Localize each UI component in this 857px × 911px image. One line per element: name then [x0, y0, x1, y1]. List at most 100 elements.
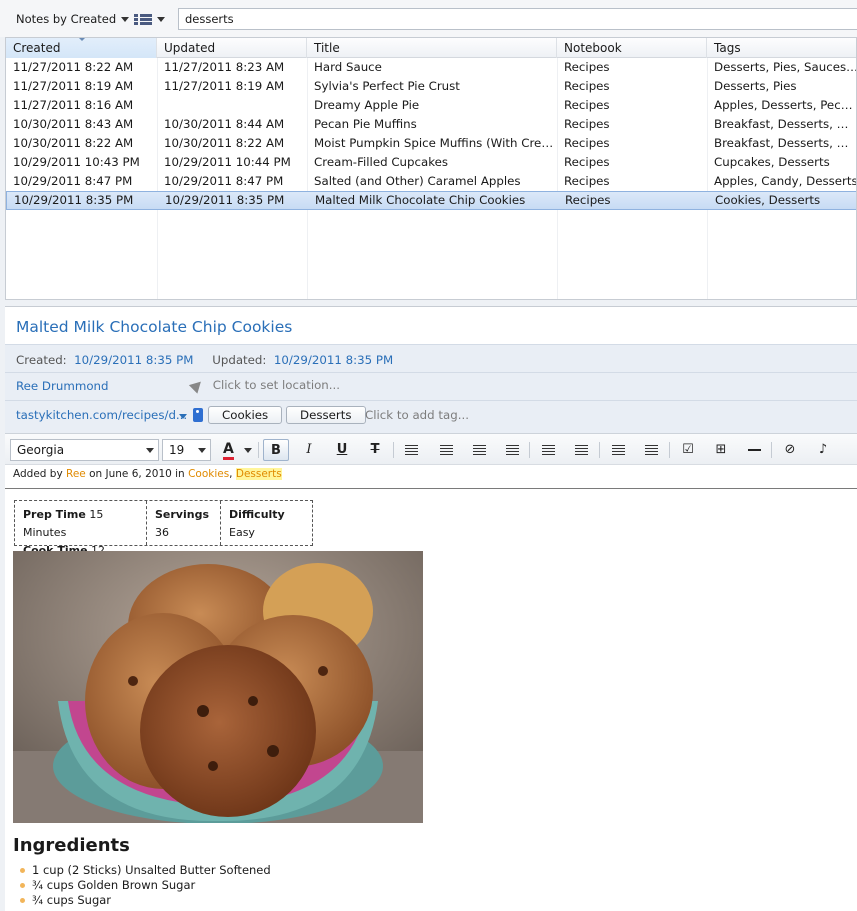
paperclip-icon: ⊘	[784, 442, 796, 457]
updated-cell: 10/30/2011 8:44 AM	[164, 117, 285, 131]
notebook-cell: Recipes	[564, 60, 610, 74]
table-icon: ⊞	[715, 442, 727, 457]
updated-cell: 10/29/2011 10:44 PM	[164, 155, 291, 169]
checkbox-button[interactable]: ☑	[675, 439, 701, 461]
justify-button[interactable]	[499, 439, 525, 461]
horizontal-rule-button[interactable]	[741, 439, 767, 461]
added-mid: on June 6, 2010 in	[89, 468, 185, 480]
created-cell: 11/27/2011 8:19 AM	[13, 79, 134, 93]
updated-date[interactable]: 10/29/2011 8:35 PM	[274, 353, 393, 367]
align-center-button[interactable]	[433, 439, 459, 461]
title-cell: Cream-Filled Cupcakes	[314, 155, 449, 169]
table-row[interactable]: 10/29/2011 8:47 PM 10/29/2011 8:47 PM Sa…	[6, 172, 857, 191]
table-row[interactable]: 11/27/2011 8:19 AM 11/27/2011 8:19 AM Sy…	[6, 77, 856, 96]
table-row[interactable]: 11/27/2011 8:22 AM 11/27/2011 8:23 AM Ha…	[6, 58, 856, 77]
strikethrough-button[interactable]: T	[362, 439, 388, 461]
title-cell: Salted (and Other) Caramel Apples	[314, 174, 521, 188]
table-row[interactable]: 10/29/2011 10:43 PM 10/29/2011 10:44 PM …	[6, 153, 856, 172]
list-rows: 11/27/2011 8:22 AM 11/27/2011 8:23 AM Ha…	[6, 58, 857, 210]
justify-icon	[505, 444, 519, 455]
font-family-value: Georgia	[17, 443, 65, 457]
outdent-button[interactable]	[638, 439, 664, 461]
divider	[5, 400, 857, 401]
view-options-button[interactable]	[134, 9, 165, 29]
bulleted-list-button[interactable]	[535, 439, 561, 461]
attach-button[interactable]: ⊘	[777, 439, 803, 461]
numbered-list-button[interactable]	[568, 439, 594, 461]
table-row-selected[interactable]: 10/29/2011 8:35 PM 10/29/2011 8:35 PM Ma…	[6, 191, 856, 210]
chevron-down-icon	[157, 16, 165, 22]
category-link-desserts[interactable]: Desserts	[235, 468, 282, 480]
outdent-icon	[644, 444, 658, 455]
add-tag-input[interactable]: Click to add tag...	[365, 408, 469, 422]
table-row[interactable]: 10/30/2011 8:22 AM 10/30/2011 8:22 AM Mo…	[6, 134, 856, 153]
tag-pill-cookies[interactable]: Cookies	[208, 406, 283, 424]
column-header-tags[interactable]: Tags	[707, 38, 856, 58]
added-prefix: Added by	[13, 468, 63, 480]
source-url-dropdown-icon[interactable]	[179, 414, 187, 419]
recipe-info-table: Prep Time 15 Minutes Cook Time 12 Minute…	[14, 500, 313, 575]
text-color-button[interactable]: A	[218, 439, 254, 461]
divider	[5, 372, 857, 373]
author-link[interactable]: Ree Drummond	[16, 379, 109, 393]
underline-button[interactable]: U	[329, 439, 355, 461]
font-size-value: 19	[169, 443, 185, 457]
align-right-icon	[472, 444, 486, 455]
tag-pill-desserts[interactable]: Desserts	[286, 406, 366, 424]
column-header-updated[interactable]: Updated	[157, 38, 307, 58]
table-row[interactable]: 10/30/2011 8:43 AM 10/30/2011 8:44 AM Pe…	[6, 115, 856, 134]
category-link-cookies[interactable]: Cookies	[188, 468, 229, 480]
location-field[interactable]: Click to set location...	[188, 377, 340, 394]
notebook-cell: Recipes	[564, 155, 610, 169]
created-cell: 10/30/2011 8:22 AM	[13, 136, 134, 150]
note-title[interactable]: Malted Milk Chocolate Chip Cookies	[5, 306, 857, 344]
italic-button[interactable]: I	[296, 439, 322, 461]
note-body[interactable]: Added by Ree on June 6, 2010 in Cookies,…	[5, 465, 857, 911]
table-row[interactable]: 11/27/2011 8:16 AM Dreamy Apple Pie Reci…	[6, 96, 856, 115]
title-cell: Sylvia's Perfect Pie Crust	[314, 79, 460, 93]
sort-dropdown[interactable]: Notes by Created	[10, 9, 135, 29]
column-header-title[interactable]: Title	[307, 38, 557, 58]
cookie-photo	[13, 551, 423, 823]
font-size-select[interactable]: 19	[162, 439, 211, 461]
created-label: Created:	[16, 353, 67, 367]
updated-label: Updated:	[212, 353, 267, 367]
added-author-link[interactable]: Ree	[66, 468, 86, 480]
bold-button[interactable]: B	[263, 439, 289, 461]
title-cell: Malted Milk Chocolate Chip Cookies	[315, 193, 526, 207]
chevron-down-icon	[198, 448, 206, 453]
tags-cell: Apples, Candy, Desserts	[714, 174, 857, 188]
tags-cell: Cupcakes, Desserts	[714, 155, 830, 169]
align-left-button[interactable]	[398, 439, 424, 461]
divider	[5, 488, 857, 489]
toolbar-separator	[393, 442, 394, 458]
notebook-cell: Recipes	[564, 117, 610, 131]
tags-cell: Cookies, Desserts	[715, 193, 821, 207]
column-header-notebook[interactable]: Notebook	[557, 38, 707, 58]
format-toolbar: Georgia 19 A B I U T ☑ ⊞ ⊘ ♪	[5, 433, 857, 465]
source-url-link[interactable]: tastykitchen.com/recipes/d...	[16, 408, 187, 422]
align-right-button[interactable]	[466, 439, 492, 461]
comma: ,	[229, 468, 233, 480]
checkbox-icon: ☑	[682, 442, 694, 457]
notebook-cell: Recipes	[564, 136, 610, 150]
sort-label: Notes by Created	[16, 12, 117, 26]
search-input[interactable]: desserts	[178, 8, 857, 30]
column-header-created[interactable]: Created	[6, 38, 157, 58]
chevron-down-icon	[244, 448, 252, 453]
title-cell: Hard Sauce	[314, 60, 382, 74]
difficulty-cell: Difficulty Easy	[229, 508, 285, 539]
list-item: 1 cup (2 Sticks) Unsalted Butter Softene…	[20, 863, 271, 878]
list-view-icon	[134, 13, 152, 25]
record-audio-button[interactable]: ♪	[810, 439, 836, 461]
toolbar-separator	[529, 442, 530, 458]
font-family-select[interactable]: Georgia	[10, 439, 159, 461]
created-date[interactable]: 10/29/2011 8:35 PM	[74, 353, 193, 367]
cookie-photo-image	[13, 551, 423, 823]
align-left-icon	[404, 444, 418, 455]
table-button[interactable]: ⊞	[708, 439, 734, 461]
toolbar-separator	[258, 442, 259, 458]
bulleted-list-icon	[541, 444, 555, 455]
indent-button[interactable]	[605, 439, 631, 461]
prep-time: Prep Time 15 Minutes	[23, 508, 104, 539]
